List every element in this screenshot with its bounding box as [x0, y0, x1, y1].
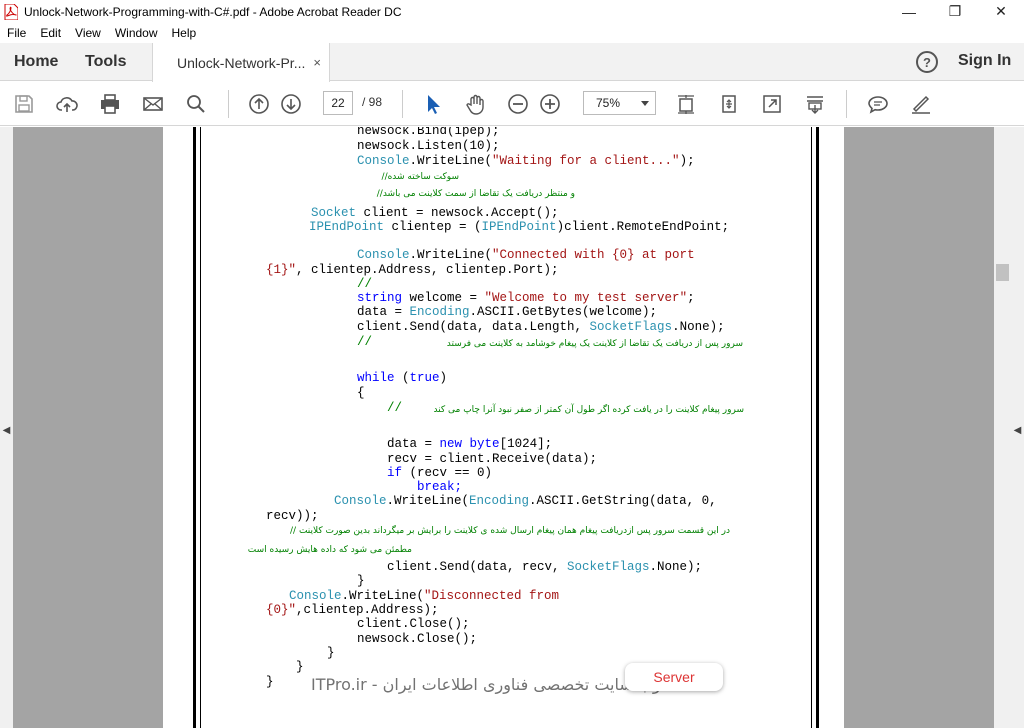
highlight-pen-icon[interactable] [907, 90, 935, 118]
code-line: IPEndPoint clientep = (IPEndPoint)client… [309, 220, 730, 234]
chevron-down-icon [641, 101, 649, 106]
pdf-page: newsock.Bind(ipep); newsock.Listen(10); … [163, 127, 844, 728]
persian-comment: سرور پیغام کلاینت را در یافت کرده اگر طو… [433, 405, 744, 415]
code-line: recv)); [266, 509, 319, 523]
code-line: client.Send(data, data.Length, SocketFla… [357, 320, 725, 334]
email-icon[interactable] [139, 90, 167, 118]
code-line: data = Encoding.ASCII.GetBytes(welcome); [357, 305, 658, 319]
search-icon[interactable] [182, 90, 210, 118]
code-line: Console.WriteLine(Encoding.ASCII.GetStri… [334, 494, 717, 508]
code-line: {0}",clientep.Address); [266, 603, 439, 617]
rotate-view-icon[interactable] [715, 90, 743, 118]
menu-view[interactable]: View [68, 26, 108, 40]
code-line: } [266, 675, 274, 689]
code-line: newsock.Close(); [357, 632, 478, 646]
page-number-input[interactable]: 22 [323, 91, 353, 115]
zoom-value: 75% [596, 96, 621, 110]
code-line: while (true) [357, 371, 448, 385]
fit-page-icon[interactable] [672, 90, 700, 118]
expand-left-panel-icon[interactable]: ◀ [0, 420, 13, 440]
tab-bar: Home Tools Unlock-Network-Pr... × ? Sign… [0, 43, 1024, 82]
zoom-select[interactable]: 75% [583, 91, 656, 115]
tab-document[interactable]: Unlock-Network-Pr... × [152, 43, 330, 82]
minimize-button[interactable]: — [886, 0, 932, 23]
document-tab-label: Unlock-Network-Pr... [177, 54, 306, 71]
code-line: {1}", clientep.Address, clientep.Port); [266, 263, 559, 277]
server-callout-label: Server [625, 663, 723, 691]
persian-comment: سرور پس از دریافت یک تقاضا از کلاینت یک … [446, 339, 743, 349]
persian-comment: سوکت ساخته شده// [381, 172, 459, 182]
code-line: data = new byte[1024]; [387, 437, 553, 451]
code-line: recv = client.Receive(data); [387, 452, 598, 466]
toolbar: 22 / 98 75% [0, 82, 1024, 126]
menu-help[interactable]: Help [165, 26, 204, 40]
sign-in-button[interactable]: Sign In [958, 52, 1011, 70]
full-screen-icon[interactable] [758, 90, 786, 118]
acrobat-pdf-icon [4, 3, 19, 20]
tab-tools[interactable]: Tools [85, 43, 126, 81]
code-line: { [357, 386, 365, 400]
code-line: Console.WriteLine("Disconnected from [289, 589, 560, 603]
menu-file[interactable]: File [0, 26, 33, 40]
comment-icon[interactable] [864, 90, 892, 118]
close-window-button[interactable]: ✕ [978, 0, 1024, 23]
document-viewport[interactable]: ◀ ◀ newsock.Bind(ipep); newsock.Listen(1… [0, 127, 1024, 728]
persian-comment: و منتظر دریافت یک تقاضا از سمت کلاینت می… [376, 189, 575, 199]
persian-comment: مطمئن می شود که داده هایش رسیده است [247, 545, 412, 555]
code-line: } [357, 574, 365, 588]
code-line: Console.WriteLine("Waiting for a client.… [357, 154, 695, 168]
save-icon[interactable] [10, 90, 38, 118]
menu-edit[interactable]: Edit [33, 26, 68, 40]
menu-window[interactable]: Window [108, 26, 165, 40]
code-line: client.Send(data, recv, SocketFlags.None… [387, 560, 703, 574]
site-watermark: وب سایت تخصصی فناوری اطلاعات ایران - ITP… [311, 675, 661, 694]
title-bar: Unlock-Network-Programming-with-C#.pdf -… [0, 0, 1024, 23]
close-tab-icon[interactable]: × [313, 55, 321, 70]
hand-tool-icon[interactable] [462, 90, 490, 118]
print-icon[interactable] [96, 90, 124, 118]
vertical-scrollbar[interactable] [994, 127, 1011, 728]
code-line: client.Close(); [357, 617, 470, 631]
code-line: if (recv == 0) [387, 466, 493, 480]
page-count: / 98 [362, 95, 383, 109]
zoom-out-icon[interactable] [504, 90, 532, 118]
code-line: // [357, 277, 373, 291]
select-cursor-icon[interactable] [419, 90, 447, 118]
scrollbar-thumb[interactable] [996, 264, 1009, 281]
toolbar-separator [402, 90, 403, 118]
code-listing: newsock.Bind(ipep); newsock.Listen(10); … [163, 127, 844, 728]
code-line: } [296, 660, 304, 674]
next-page-icon[interactable] [277, 90, 305, 118]
code-line: break; [417, 480, 463, 494]
code-line: newsock.Bind(ipep); [357, 127, 500, 138]
code-line: } [327, 646, 335, 660]
tab-home[interactable]: Home [14, 43, 58, 81]
window-title: Unlock-Network-Programming-with-C#.pdf -… [24, 4, 402, 19]
expand-right-panel-icon[interactable]: ◀ [1011, 420, 1024, 440]
code-line: // [357, 335, 373, 349]
help-icon[interactable]: ? [916, 51, 938, 73]
toolbar-separator [846, 90, 847, 118]
code-line: Console.WriteLine("Connected with {0} at… [357, 248, 695, 262]
menu-bar: File Edit View Window Help [0, 23, 1024, 43]
upload-cloud-icon[interactable] [53, 90, 81, 118]
scroll-mode-icon[interactable] [801, 90, 829, 118]
previous-page-icon[interactable] [245, 90, 273, 118]
code-line: Socket client = newsock.Accept(); [311, 206, 559, 220]
zoom-in-icon[interactable] [536, 90, 564, 118]
code-line: newsock.Listen(10); [357, 139, 500, 153]
maximize-button[interactable]: ❐ [932, 0, 978, 23]
toolbar-separator [228, 90, 229, 118]
code-line: string welcome = "Welcome to my test ser… [357, 291, 695, 305]
persian-comment: در این قسمت سرور پس ازدریافت پیغام همان … [290, 526, 730, 536]
code-line: // [387, 401, 403, 415]
